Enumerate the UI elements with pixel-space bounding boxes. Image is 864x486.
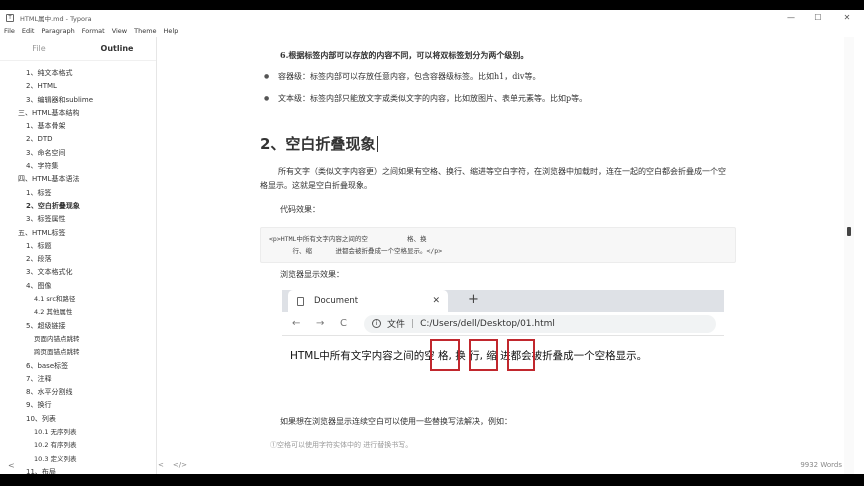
document-icon [297, 296, 304, 306]
outline-item[interactable]: 9、换行 [0, 399, 156, 412]
menu-file[interactable]: File [4, 27, 15, 35]
outline-item[interactable]: 三、HTML基本结构 [0, 107, 156, 120]
screen-bottom-bar [0, 474, 864, 486]
highlight-box [507, 339, 535, 371]
highlight-box [469, 339, 498, 371]
browser-tab-title: Document [314, 296, 359, 306]
heading-text: 2、空白折叠现象 [260, 135, 376, 153]
url-box: i 文件 | C:/Users/dell/Desktop/01.html [364, 314, 716, 333]
outline-item[interactable]: 4.1 src和路径 [0, 293, 156, 306]
reload-icon: C [340, 318, 347, 329]
browser-label: 浏览器显示效果： [280, 270, 344, 279]
code-block[interactable]: <p>HTML中所有文字内容之间的空 格、换 行、缩 进都会被折叠成一个空格显示… [260, 227, 736, 263]
tab-file[interactable]: File [0, 44, 78, 53]
app-window: T HTML属中.md - Typora — ☐ ✕ File Edit Par… [0, 10, 864, 474]
code-line: <p>HTML中所有文字内容之间的空 格、换 [269, 235, 427, 243]
outline-item[interactable]: 3、编辑器和sublime [0, 94, 156, 107]
sidebar-footer: < [0, 456, 156, 474]
browser-address-bar: ← → C i 文件 | C:/Users/dell/Desktop/01.ht… [282, 312, 724, 336]
close-icon: ✕ [432, 296, 440, 306]
outline-item[interactable]: 3、文本格式化 [0, 266, 156, 279]
menu-paragraph[interactable]: Paragraph [41, 27, 74, 35]
menu-edit[interactable]: Edit [22, 27, 35, 35]
chevron-left-icon[interactable]: < [158, 461, 164, 469]
outline-item[interactable]: 1、标签 [0, 187, 156, 200]
menu-view[interactable]: View [112, 27, 127, 35]
code-line: 行、缩 进都会被折叠成一个空格显示。</p> [269, 247, 443, 255]
outline-item[interactable]: 四、HTML基本语法 [0, 173, 156, 186]
scrollbar-thumb[interactable] [847, 227, 851, 236]
outline-item[interactable]: 3、命名空间 [0, 147, 156, 160]
outline-item[interactable]: 5、超级链接 [0, 320, 156, 333]
browser-tab: Document ✕ [288, 290, 448, 312]
browser-tab-strip: Document ✕ + [282, 290, 724, 312]
outline-item[interactable]: 10.2 有序列表 [0, 439, 156, 452]
url-scheme-label: 文件 [387, 320, 406, 330]
minimize-button[interactable]: — [778, 10, 804, 25]
outline-item[interactable]: 7、注释 [0, 373, 156, 386]
outline-item[interactable]: 2、段落 [0, 253, 156, 266]
outline-item[interactable]: 2、HTML [0, 80, 156, 93]
outline-item[interactable]: 1、纯文本格式 [0, 67, 156, 80]
typora-app-icon: T [6, 13, 14, 22]
outline-item[interactable]: 1、基本骨架 [0, 120, 156, 133]
paragraph-workaround: 如果想在浏览器显示连续空白可以使用一些替换写法解决，例如： [280, 417, 512, 426]
browser-screenshot: Document ✕ + ← → C i 文件 | C:/Users/dell/… [282, 290, 724, 380]
editor-scrollbar[interactable] [844, 37, 854, 474]
sidebar-tabs: File Outline [0, 37, 156, 61]
outline-item[interactable]: 4、字符集 [0, 160, 156, 173]
outline-item[interactable]: 3、标签属性 [0, 213, 156, 226]
note-line: ①空格可以使用字符实体中的 进行替换书写。 [270, 441, 413, 449]
outline-item[interactable]: 10、列表 [0, 413, 156, 426]
window-title: HTML属中.md - Typora [20, 14, 92, 23]
collapse-sidebar-icon[interactable]: < [8, 461, 15, 470]
outline-item[interactable]: 6、base标签 [0, 360, 156, 373]
list-item: 容器级：标签内部可以存放任意内容，包含容器级标签。比如h1，div等。 [260, 70, 728, 84]
outline-item[interactable]: 五、HTML标签 [0, 227, 156, 240]
close-button[interactable]: ✕ [834, 10, 860, 25]
list-item: 文本级：标签内部只能放文字或类似文字的内容，比如放图片、表单元素等。比如p等。 [260, 92, 728, 106]
maximize-button[interactable]: ☐ [805, 10, 831, 25]
outline-item[interactable]: 8、水平分割线 [0, 386, 156, 399]
outline-item[interactable]: 4、图像 [0, 280, 156, 293]
menu-format[interactable]: Format [82, 27, 105, 35]
section-heading: 2、空白折叠现象 [260, 133, 379, 154]
outline-item[interactable]: 2、空白折叠现象 [0, 200, 156, 213]
source-code-icon[interactable]: </> [173, 461, 187, 469]
url-text: C:/Users/dell/Desktop/01.html [420, 318, 555, 329]
status-bar: < </> 9932 Words [158, 456, 854, 474]
paragraph-line6: 6.根据标签内部可以存放的内容不同，可以将双标签划分为两个级别。 [280, 50, 529, 60]
menu-bar: File Edit Paragraph Format View Theme He… [0, 25, 864, 37]
highlight-box [430, 339, 460, 371]
outline-item[interactable]: 页面内锚点跳转 [0, 333, 156, 346]
paragraph-intro: 所有文字（类似文字内容更）之间如果有空格、换行、缩进等空白字符，在浏览器中加载时… [260, 167, 726, 190]
outline-item[interactable]: 2、DTD [0, 133, 156, 146]
url-separator: | [411, 318, 415, 329]
outline-item[interactable]: 跨页面锚点跳转 [0, 346, 156, 359]
outline-item[interactable]: 4.2 其他属性 [0, 306, 156, 319]
outline-item[interactable]: 1、标题 [0, 240, 156, 253]
new-tab-icon: + [468, 292, 479, 307]
code-label: 代码效果： [280, 205, 320, 214]
back-arrow-icon: ← [292, 318, 301, 329]
forward-arrow-icon: → [316, 318, 325, 329]
tab-outline[interactable]: Outline [78, 44, 156, 53]
menu-theme[interactable]: Theme [134, 27, 156, 35]
outline-list: 1、纯文本格式 2、HTML 3、编辑器和sublime 三、HTML基本结构 1、基本… [0, 67, 156, 474]
editor-pane[interactable]: 6.根据标签内部可以存放的内容不同，可以将双标签划分为两个级别。 容器级：标签内… [158, 37, 854, 474]
info-icon: i [372, 319, 381, 328]
sidebar: File Outline 1、纯文本格式 2、HTML 3、编辑器和sublime 三… [0, 37, 157, 474]
title-bar: T HTML属中.md - Typora — ☐ ✕ [0, 10, 864, 25]
menu-help[interactable]: Help [164, 27, 179, 35]
text-cursor [377, 135, 379, 152]
word-count[interactable]: 9932 Words [800, 461, 842, 469]
outline-item[interactable]: 10.1 无序列表 [0, 426, 156, 439]
